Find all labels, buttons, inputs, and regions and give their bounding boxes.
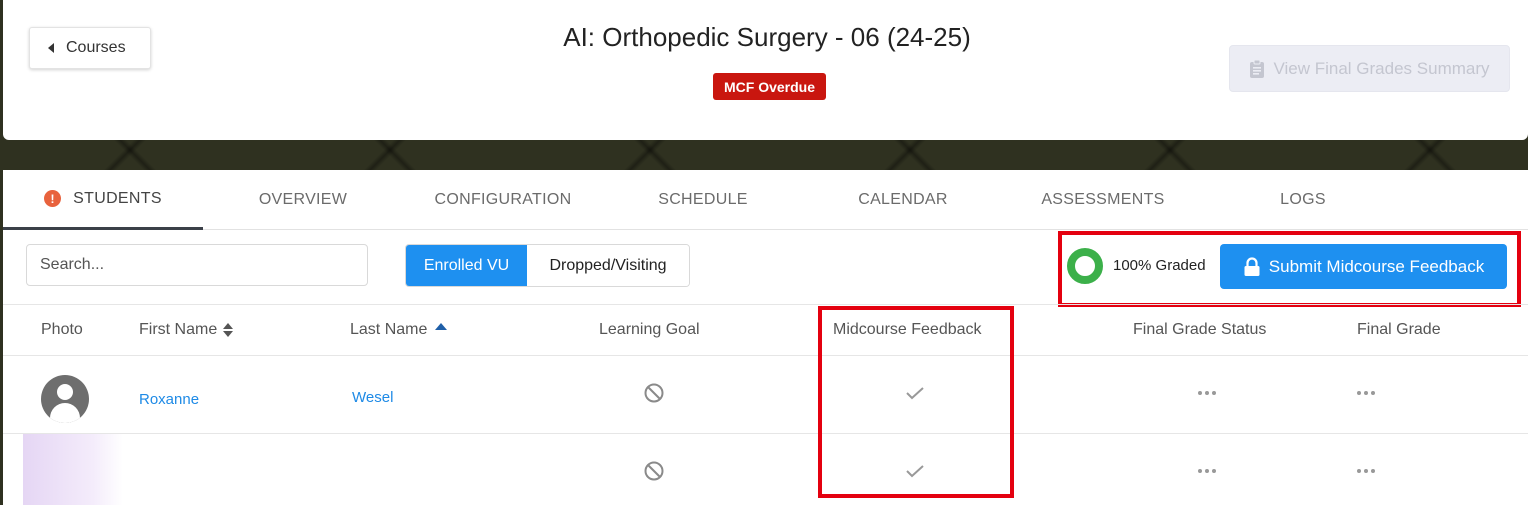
table-row bbox=[3, 434, 1528, 505]
course-header: Courses AI: Orthopedic Surgery - 06 (24-… bbox=[3, 0, 1528, 140]
column-last-name-label: Last Name bbox=[350, 321, 428, 338]
alert-circle-icon: ! bbox=[44, 190, 62, 207]
column-first-name[interactable]: First Name bbox=[139, 305, 234, 355]
tab-assessments[interactable]: ASSESSMENTS bbox=[1003, 170, 1203, 230]
column-final-grade: Final Grade bbox=[1357, 321, 1441, 338]
lock-icon bbox=[1244, 256, 1260, 276]
status-badge: MCF Overdue bbox=[713, 73, 826, 100]
not-allowed-icon bbox=[644, 383, 664, 403]
grading-progress-ring bbox=[1067, 248, 1103, 284]
search-input[interactable] bbox=[26, 244, 368, 286]
submit-midcourse-feedback-label: Submit Midcourse Feedback bbox=[1268, 256, 1485, 276]
column-last-name[interactable]: Last Name bbox=[350, 305, 448, 355]
column-learning-goal: Learning Goal bbox=[599, 321, 700, 338]
not-allowed-icon bbox=[644, 461, 664, 481]
submit-midcourse-feedback-button[interactable]: Submit Midcourse Feedback bbox=[1220, 244, 1507, 289]
enrollment-filter: Enrolled VU Dropped/Visiting bbox=[405, 244, 690, 287]
tab-calendar[interactable]: CALENDAR bbox=[803, 170, 1003, 230]
graded-percent-text: 100% Graded bbox=[1113, 257, 1206, 274]
tab-label: STUDENTS bbox=[73, 189, 162, 207]
ellipsis-icon[interactable] bbox=[1197, 468, 1217, 474]
view-final-grades-summary-button[interactable]: View Final Grades Summary bbox=[1229, 45, 1510, 92]
midcourse-feedback-highlight-box bbox=[818, 306, 1014, 498]
column-photo: Photo bbox=[41, 321, 83, 338]
last-name-link[interactable]: Wesel bbox=[352, 389, 393, 406]
first-name-link[interactable]: Roxanne bbox=[139, 391, 199, 408]
dropped-visiting-filter-button[interactable]: Dropped/Visiting bbox=[527, 245, 689, 286]
table-row: Roxanne Wesel bbox=[3, 356, 1528, 434]
tab-overview[interactable]: OVERVIEW bbox=[203, 170, 403, 230]
blurred-photo bbox=[23, 434, 123, 505]
ellipsis-icon[interactable] bbox=[1356, 468, 1376, 474]
students-panel: ! STUDENTS OVERVIEW CONFIGURATION SCHEDU… bbox=[3, 170, 1528, 505]
ellipsis-icon[interactable] bbox=[1197, 390, 1217, 396]
table-header: Photo First Name Last Name Learning Goal… bbox=[3, 304, 1528, 356]
tab-students[interactable]: ! STUDENTS bbox=[3, 170, 203, 230]
column-final-grade-status: Final Grade Status bbox=[1133, 321, 1267, 338]
enrolled-filter-button[interactable]: Enrolled VU bbox=[406, 245, 527, 286]
view-final-grades-summary-label: View Final Grades Summary bbox=[1273, 58, 1490, 78]
ellipsis-icon[interactable] bbox=[1356, 390, 1376, 396]
column-first-name-label: First Name bbox=[139, 321, 218, 338]
tab-schedule[interactable]: SCHEDULE bbox=[603, 170, 803, 230]
course-tabs: ! STUDENTS OVERVIEW CONFIGURATION SCHEDU… bbox=[3, 170, 1528, 230]
sort-icon[interactable] bbox=[223, 323, 234, 337]
avatar bbox=[41, 375, 89, 423]
tab-configuration[interactable]: CONFIGURATION bbox=[403, 170, 603, 230]
clipboard-icon bbox=[1250, 59, 1265, 78]
sort-ascending-icon[interactable] bbox=[435, 322, 448, 330]
tab-logs[interactable]: LOGS bbox=[1203, 170, 1403, 230]
